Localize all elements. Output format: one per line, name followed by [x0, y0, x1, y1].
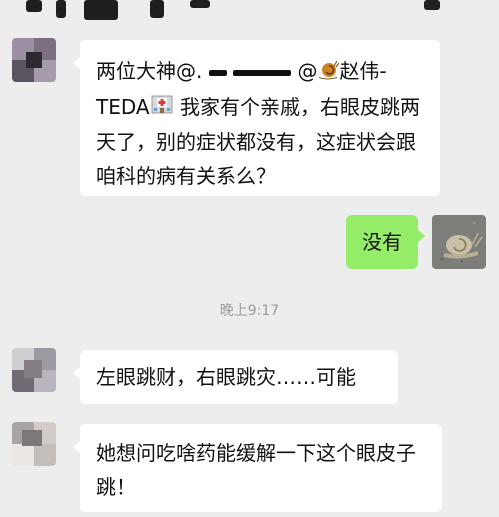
mention-prefix-text: 两位大神@	[96, 59, 196, 83]
top-bar-redacted	[0, 0, 499, 24]
message-bubble-incoming[interactable]: 两位大神@. @ 赵伟- TEDA 我家有个亲戚，右眼皮跳两天了，别的症状都没有…	[73, 40, 440, 196]
redaction-mark	[424, 0, 440, 10]
avatar-sender-3[interactable]	[12, 422, 56, 466]
mention-name-text: 赵伟-	[339, 59, 387, 83]
avatar-self[interactable]	[432, 215, 486, 269]
message-bubble-incoming[interactable]: 左眼跳财，右眼跳灾……可能	[73, 350, 398, 404]
snail-emoji-icon	[317, 56, 340, 90]
message-bubble-outgoing[interactable]: 没有	[346, 215, 425, 269]
message-text: 她想问吃啥药能缓解一下这个眼皮子跳！	[96, 441, 416, 499]
message-text: 左眼跳财，右眼跳灾……可能	[96, 365, 356, 389]
mention-redacted-dot: .	[196, 59, 203, 83]
avatar-sender-1[interactable]	[12, 38, 56, 82]
redaction-bar	[233, 69, 292, 76]
redaction-bar	[208, 69, 227, 76]
redaction-mark	[190, 0, 210, 8]
message-text: 没有	[362, 230, 402, 254]
redaction-mark	[84, 0, 118, 20]
message-timestamp: 晚上9:17	[219, 303, 280, 319]
mention-at-text: @	[297, 59, 318, 83]
redaction-mark	[56, 0, 66, 18]
mention-name-suffix-text: TEDA	[96, 94, 150, 119]
message-bubble-incoming[interactable]: 她想问吃啥药能缓解一下这个眼皮子跳！	[73, 424, 442, 512]
avatar-sender-2[interactable]	[12, 348, 56, 392]
hospital-emoji-icon	[150, 91, 174, 125]
redaction-mark	[26, 0, 42, 12]
redaction-mark	[150, 0, 164, 18]
